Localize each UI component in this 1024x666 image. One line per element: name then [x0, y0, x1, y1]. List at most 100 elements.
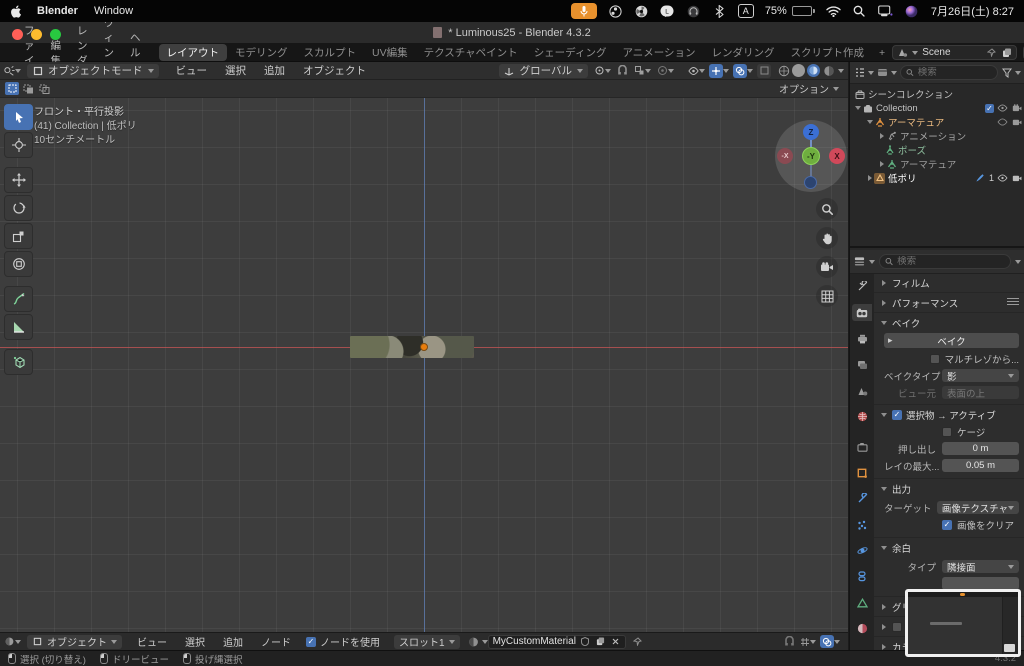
tab-modifiers-icon[interactable]: [852, 490, 872, 507]
scene-selector[interactable]: Scene: [892, 45, 1018, 60]
bake-button[interactable]: ▸ ベイク: [884, 333, 1019, 348]
camera-render-icon[interactable]: [1011, 103, 1022, 114]
pin-icon[interactable]: [632, 636, 643, 647]
screen-recording-overlay[interactable]: [905, 589, 1021, 657]
tool-scale[interactable]: [4, 223, 33, 249]
bluetooth-icon[interactable]: [712, 4, 727, 19]
shading-wireframe-button[interactable]: [777, 64, 790, 77]
tab-rendering[interactable]: レンダリング: [704, 44, 783, 61]
select-mode-subtract-icon[interactable]: [37, 82, 51, 95]
proportional-edit-dropdown[interactable]: [657, 65, 674, 76]
siri-icon[interactable]: [904, 4, 919, 19]
tool-add-primitive[interactable]: [4, 349, 33, 375]
spotlight-search-icon[interactable]: [852, 4, 867, 19]
shading-material-button[interactable]: [807, 64, 820, 77]
tab-scene-icon[interactable]: [852, 382, 872, 399]
camera-render-icon[interactable]: [1011, 117, 1022, 128]
object-visibility-dropdown[interactable]: [688, 65, 705, 76]
add-workspace-button[interactable]: +: [872, 47, 892, 59]
transform-orientation-dropdown[interactable]: グローバル: [498, 63, 588, 78]
eye-icon[interactable]: [997, 173, 1008, 184]
tab-output-icon[interactable]: [852, 330, 872, 347]
navigation-gizmo[interactable]: Z -X X -Y: [775, 120, 847, 192]
tab-scripting[interactable]: スクリプト作成: [783, 44, 873, 61]
shading-solid-button[interactable]: [792, 64, 805, 77]
snap-settings-dropdown[interactable]: [799, 636, 816, 647]
shading-rendered-button[interactable]: [822, 64, 835, 77]
outliner-display-mode-icon[interactable]: [877, 67, 888, 78]
menubar-clock[interactable]: 7月26日(土) 8:27: [931, 3, 1014, 19]
textured-object[interactable]: [350, 336, 474, 358]
editor-type-properties-icon[interactable]: [854, 256, 865, 267]
use-nodes-toggle[interactable]: ✓ ノードを使用: [306, 634, 380, 649]
freestyle-checkbox[interactable]: [892, 621, 902, 632]
headphones-icon[interactable]: [686, 4, 701, 19]
tool-rotate[interactable]: [4, 195, 33, 221]
panel-bake[interactable]: ベイク: [874, 314, 1024, 331]
expand-icon[interactable]: [880, 161, 884, 167]
new-scene-icon[interactable]: [1001, 47, 1012, 58]
editor-type-3dview-icon[interactable]: [4, 65, 15, 76]
outliner-row-armature[interactable]: アーマテュア: [854, 115, 1024, 129]
preset-list-icon[interactable]: [1007, 298, 1019, 307]
margin-type-dropdown[interactable]: 隣接面: [942, 560, 1019, 574]
clear-image-checkbox[interactable]: ✓: [942, 519, 952, 530]
tool-cursor[interactable]: [4, 132, 33, 158]
tool-measure[interactable]: [4, 314, 33, 340]
shader-menu-add[interactable]: 追加: [214, 634, 252, 649]
use-nodes-checkbox[interactable]: ✓: [306, 636, 316, 647]
xray-toggle[interactable]: [757, 63, 771, 78]
unlink-x-icon[interactable]: [610, 636, 621, 647]
expand-icon[interactable]: [880, 133, 884, 139]
perspective-toggle-button[interactable]: [816, 285, 838, 307]
viewport-menu-add[interactable]: 追加: [255, 63, 294, 78]
tab-modeling[interactable]: モデリング: [227, 44, 296, 61]
max-ray-distance-field[interactable]: 0.05 m: [942, 459, 1019, 472]
tab-shading[interactable]: シェーディング: [526, 44, 615, 61]
tool-move[interactable]: [4, 167, 33, 193]
viewport-menu-select[interactable]: 選択: [216, 63, 255, 78]
tab-animation[interactable]: アニメーション: [614, 44, 703, 61]
menubar-item-window[interactable]: Window: [94, 5, 133, 17]
slot-dropdown[interactable]: スロット1: [394, 634, 460, 649]
pin-icon[interactable]: [986, 47, 997, 58]
gizmos-dropdown[interactable]: [709, 63, 729, 78]
eye-icon[interactable]: [997, 117, 1008, 128]
panel-performance[interactable]: パフォーマンス: [874, 294, 1024, 311]
line-app-icon[interactable]: L: [660, 4, 675, 19]
camera-view-button[interactable]: [816, 256, 838, 278]
selected-to-active-checkbox[interactable]: ✓: [892, 409, 902, 420]
snap-settings-dropdown[interactable]: [634, 65, 651, 76]
fan-icon[interactable]: [634, 4, 649, 19]
editor-type-outliner-icon[interactable]: [854, 67, 865, 78]
outliner-row-scene-collection[interactable]: シーンコレクション: [854, 87, 1024, 101]
gizmo-y-axis[interactable]: -Y: [802, 147, 820, 165]
tab-world-icon[interactable]: [852, 408, 872, 425]
properties-search-input[interactable]: [897, 256, 1005, 267]
outliner-row-lowpoly[interactable]: 低ポリ 1: [854, 171, 1024, 185]
tab-uv-editing[interactable]: UV編集: [364, 44, 416, 61]
material-name-field[interactable]: MyCustomMaterial: [487, 634, 626, 649]
shader-menu-view[interactable]: ビュー: [128, 634, 176, 649]
pivot-point-dropdown[interactable]: [594, 65, 611, 76]
apple-menu-icon[interactable]: [10, 5, 23, 18]
collection-checkbox[interactable]: ✓: [985, 103, 994, 113]
viewport-3d[interactable]: フロント・平行投影 (41) Collection | 低ポリ 10センチメート…: [0, 98, 848, 632]
tab-layout[interactable]: レイアウト: [158, 44, 227, 61]
cage-checkbox[interactable]: [942, 426, 952, 437]
tool-transform[interactable]: [4, 251, 33, 277]
window-titlebar[interactable]: * Luminous25 - Blender 4.3.2: [0, 22, 1024, 44]
zoom-button[interactable]: [816, 198, 838, 220]
tab-data-icon[interactable]: [852, 594, 872, 611]
tab-texture-paint[interactable]: テクスチャペイント: [416, 44, 526, 61]
viewport-menu-object[interactable]: オブジェクト: [294, 63, 375, 78]
panel-selected-to-active[interactable]: ✓ 選択物 → アクティブ: [874, 406, 1024, 423]
from-multires-checkbox[interactable]: [929, 353, 940, 364]
outliner-row-armature-data[interactable]: アーマテュア: [854, 157, 1024, 171]
panel-output[interactable]: 出力: [874, 480, 1024, 497]
select-mode-extend-icon[interactable]: [21, 82, 35, 95]
viewport-menu-view[interactable]: ビュー: [167, 63, 217, 78]
overlays-dropdown[interactable]: [820, 635, 840, 648]
outliner-search-input[interactable]: [917, 67, 992, 78]
eye-icon[interactable]: [997, 103, 1008, 114]
